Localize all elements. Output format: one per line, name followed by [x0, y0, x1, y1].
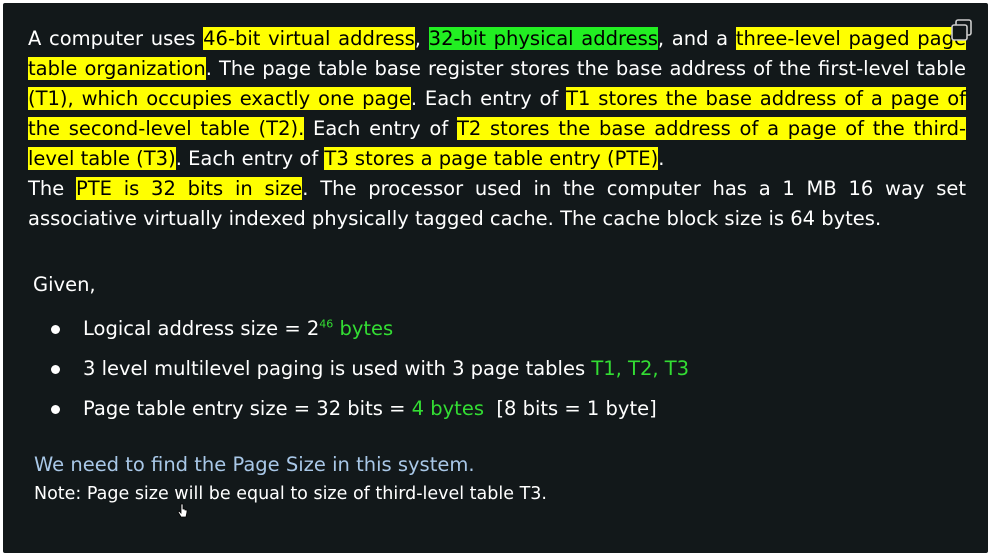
given-list: Logical address size = 246 bytes 3 level… — [48, 309, 689, 429]
cursor-icon — [177, 503, 188, 518]
problem-text: . The page table base register stores th… — [205, 57, 966, 80]
problem-text: . Each entry of — [410, 87, 567, 110]
bullet-icon — [51, 365, 60, 374]
item-label: Page table entry size = 32 bits = — [83, 397, 412, 420]
problem-text: Each entry of — [304, 117, 457, 140]
highlight-pte-size: PTE is 32 bits in size — [76, 177, 303, 200]
item-exponent: 46 — [319, 317, 334, 331]
list-item: Page table entry size = 32 bits = 4 byte… — [48, 389, 689, 429]
problem-text: . Each entry of — [175, 147, 325, 170]
item-note: [8 bits = 1 byte] — [483, 397, 657, 420]
problem-text: . — [658, 147, 665, 170]
problem-statement-cont: The PTE is 32 bits in size. The processo… — [28, 174, 966, 234]
problem-text: A computer uses — [28, 27, 204, 50]
item-label: 3 level multilevel paging is used with 3… — [83, 357, 592, 380]
item-value: 4 bytes — [411, 397, 484, 420]
problem-text: , — [414, 27, 429, 50]
highlight-t1: (T1), which occupies exactly one page — [28, 87, 411, 110]
copy-icon[interactable] — [948, 16, 976, 44]
item-value: bytes — [333, 317, 394, 340]
bullet-icon — [51, 405, 60, 414]
note-text: Note: Page size will be equal to size of… — [34, 484, 547, 504]
list-item: Logical address size = 246 bytes — [48, 309, 689, 349]
item-label: Logical address size = 2 — [83, 317, 320, 340]
problem-statement: A computer uses 46-bit virtual address , … — [28, 24, 967, 174]
given-heading: Given, — [33, 273, 96, 296]
bullet-icon — [51, 325, 60, 334]
problem-text: The — [28, 177, 77, 200]
list-item: 3 level multilevel paging is used with 3… — [48, 349, 689, 389]
item-value: T1, T2, T3 — [591, 357, 690, 380]
goal-text: We need to find the Page Size in this sy… — [34, 453, 475, 476]
highlight-t3-entry: T3 stores a page table entry (PTE) — [324, 147, 659, 170]
highlight-virtual-address: 46-bit virtual address — [203, 27, 415, 50]
lecture-slide: A computer uses 46-bit virtual address , … — [3, 3, 988, 553]
highlight-physical-address: 32-bit physical address — [428, 27, 658, 50]
problem-text: , and a — [657, 27, 736, 50]
